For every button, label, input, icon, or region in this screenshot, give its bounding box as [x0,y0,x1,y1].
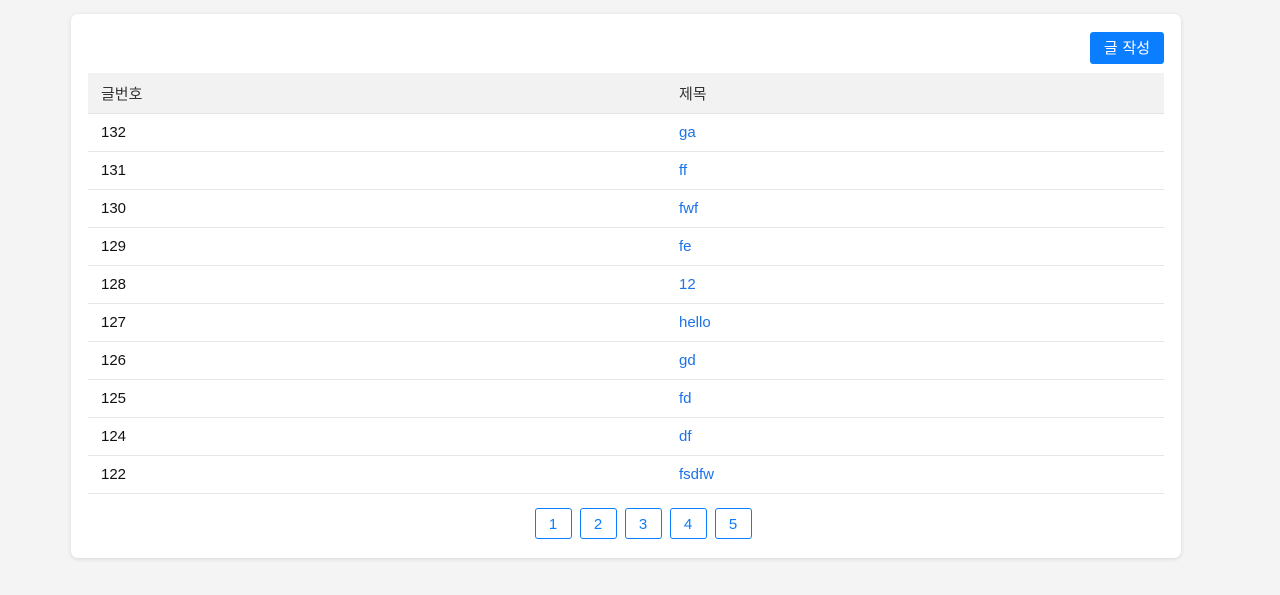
pagination: 1 2 3 4 5 [71,508,1181,539]
post-title-link[interactable]: ff [679,162,687,179]
post-number: 130 [88,189,666,228]
post-title-cell: df [666,417,1164,456]
post-title-link[interactable]: 12 [679,276,696,293]
table-row: 130 fwf [88,189,1164,228]
post-number: 124 [88,417,666,456]
post-number: 131 [88,151,666,190]
post-title-link[interactable]: gd [679,352,696,369]
page-button-4[interactable]: 4 [669,508,707,539]
table-row: 131 ff [88,151,1164,190]
table-row: 122 fsdfw [88,455,1164,494]
post-title-cell: ff [666,151,1164,190]
page-button-1[interactable]: 1 [534,508,572,539]
table-row: 132 ga [88,113,1164,152]
write-post-button[interactable]: 글 작성 [1090,32,1164,64]
table-row: 126 gd [88,341,1164,380]
page-button-2[interactable]: 2 [579,508,617,539]
post-number: 126 [88,341,666,380]
table-row: 125 fd [88,379,1164,418]
post-table: 글번호 제목 132 ga 131 ff 130 fwf 129 fe 128 [88,73,1164,494]
post-number: 127 [88,303,666,342]
page-button-5[interactable]: 5 [714,508,752,539]
board-card: 글 작성 글번호 제목 132 ga 131 ff 130 fwf 129 fe… [71,14,1181,558]
page-button-3[interactable]: 3 [624,508,662,539]
table-row: 127 hello [88,303,1164,342]
post-title-cell: gd [666,341,1164,380]
post-title-link[interactable]: fe [679,238,692,255]
post-title-cell: fwf [666,189,1164,228]
table-header-row: 글번호 제목 [88,73,1164,114]
table-row: 128 12 [88,265,1164,304]
post-title-cell: fsdfw [666,455,1164,494]
post-title-link[interactable]: fwf [679,200,698,217]
column-header-title: 제목 [666,73,1164,114]
post-number: 128 [88,265,666,304]
post-title-cell: fd [666,379,1164,418]
post-title-cell: 12 [666,265,1164,304]
post-number: 125 [88,379,666,418]
post-title-cell: fe [666,227,1164,266]
post-title-link[interactable]: ga [679,124,696,141]
post-title-link[interactable]: df [679,428,692,445]
post-title-link[interactable]: fsdfw [679,466,714,483]
post-number: 129 [88,227,666,266]
post-number: 122 [88,455,666,494]
post-title-link[interactable]: hello [679,314,711,331]
table-row: 124 df [88,417,1164,456]
table-row: 129 fe [88,227,1164,266]
post-title-cell: hello [666,303,1164,342]
post-title-cell: ga [666,113,1164,152]
post-number: 132 [88,113,666,152]
column-header-number: 글번호 [88,73,666,114]
post-title-link[interactable]: fd [679,390,692,407]
